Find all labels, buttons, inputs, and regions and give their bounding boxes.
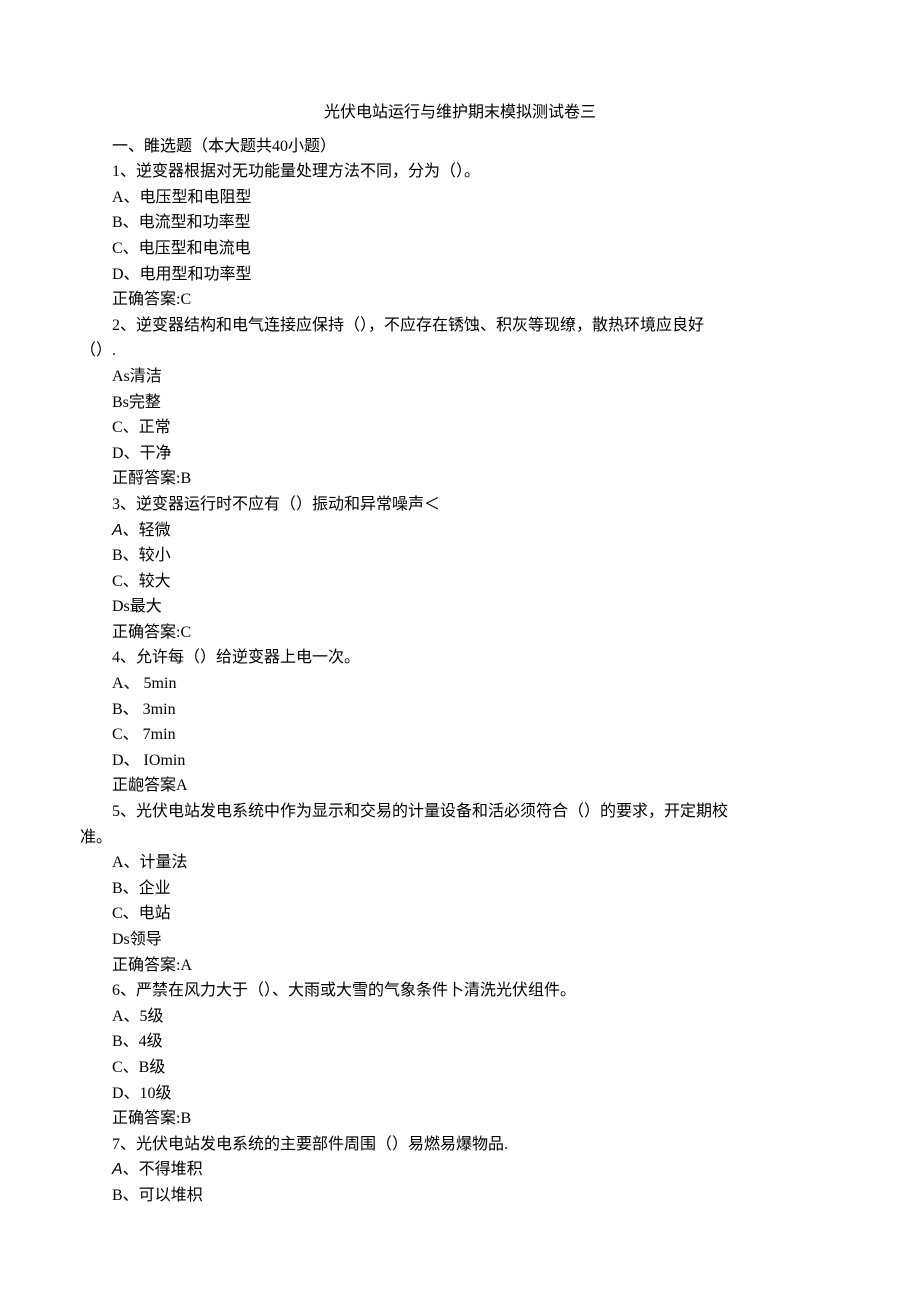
- option-b: B、 3min: [112, 697, 840, 723]
- option-c: C、电站: [112, 901, 840, 927]
- option-d: Ds领导: [112, 927, 840, 953]
- option-d: D、 IOmin: [112, 748, 840, 774]
- question-stem: 5、光伏电站发电系统中作为显示和交易的计量设备和活必须符合（）的要求，开定期校: [112, 799, 840, 825]
- answer: 正确答案:C: [112, 287, 840, 313]
- option-d: D、10级: [112, 1081, 840, 1107]
- option-c: C、正常: [112, 415, 840, 441]
- section-header: 一、睢选题（本大题共40小题）: [112, 134, 840, 160]
- option-b: B、企业: [112, 876, 840, 902]
- question-stem: 2、逆变器结构和电气连接应保持（），不应存在锈蚀、积灰等现缭，散热环境应良好: [112, 313, 840, 339]
- question-stem: 3、逆变器运行时不应有（）振动和异常噪声＜: [112, 492, 840, 518]
- option-text: 、不得堆积: [123, 1161, 203, 1178]
- option-d: Ds最大: [112, 594, 840, 620]
- answer: 正酹答案:B: [112, 466, 840, 492]
- option-c: C、较大: [112, 569, 840, 595]
- option-c: C、 7min: [112, 722, 840, 748]
- option-d: D、电用型和功率型: [112, 262, 840, 288]
- option-b: B、可以堆枳: [112, 1183, 840, 1209]
- answer: 正确答案:B: [112, 1106, 840, 1132]
- option-b: B、4级: [112, 1029, 840, 1055]
- option-c: C、B级: [112, 1055, 840, 1081]
- question-stem: 7、光伏电站发电系统的主要部件周围（）易燃易爆物品.: [112, 1132, 840, 1158]
- option-a: As清洁: [112, 364, 840, 390]
- option-a: A、不得堆积: [112, 1157, 840, 1183]
- option-a: A、计量法: [112, 850, 840, 876]
- option-letter: A: [112, 522, 123, 539]
- question-stem: 6、严禁在风力大于（）、大雨或大雪的气象条件卜清洗光伏组件。: [112, 978, 840, 1004]
- question-stem-cont: （）.: [80, 338, 840, 364]
- question-stem: 1、逆变器根据对无功能量处理方法不同，分为（）。: [112, 159, 840, 185]
- option-b: B、较小: [112, 543, 840, 569]
- option-a: A、轻微: [112, 518, 840, 544]
- answer: 正确答案:C: [112, 620, 840, 646]
- option-a: A、 5min: [112, 671, 840, 697]
- answer: 正确答案:A: [112, 953, 840, 979]
- option-letter: A: [112, 1161, 123, 1178]
- option-b: B、电流型和功率型: [112, 210, 840, 236]
- option-d: D、干净: [112, 441, 840, 467]
- option-b: Bs完整: [112, 390, 840, 416]
- question-stem: 4、允许每（）给逆变器上电一次。: [112, 645, 840, 671]
- option-c: C、电压型和电流电: [112, 236, 840, 262]
- answer: 正龅答案A: [112, 773, 840, 799]
- option-text: 、轻微: [123, 522, 171, 539]
- option-a: A、电压型和电阻型: [112, 185, 840, 211]
- question-stem-cont: 准。: [80, 825, 840, 851]
- option-a: A、5级: [112, 1004, 840, 1030]
- document-title: 光伏电站运行与维护期末模拟测试卷三: [80, 100, 840, 126]
